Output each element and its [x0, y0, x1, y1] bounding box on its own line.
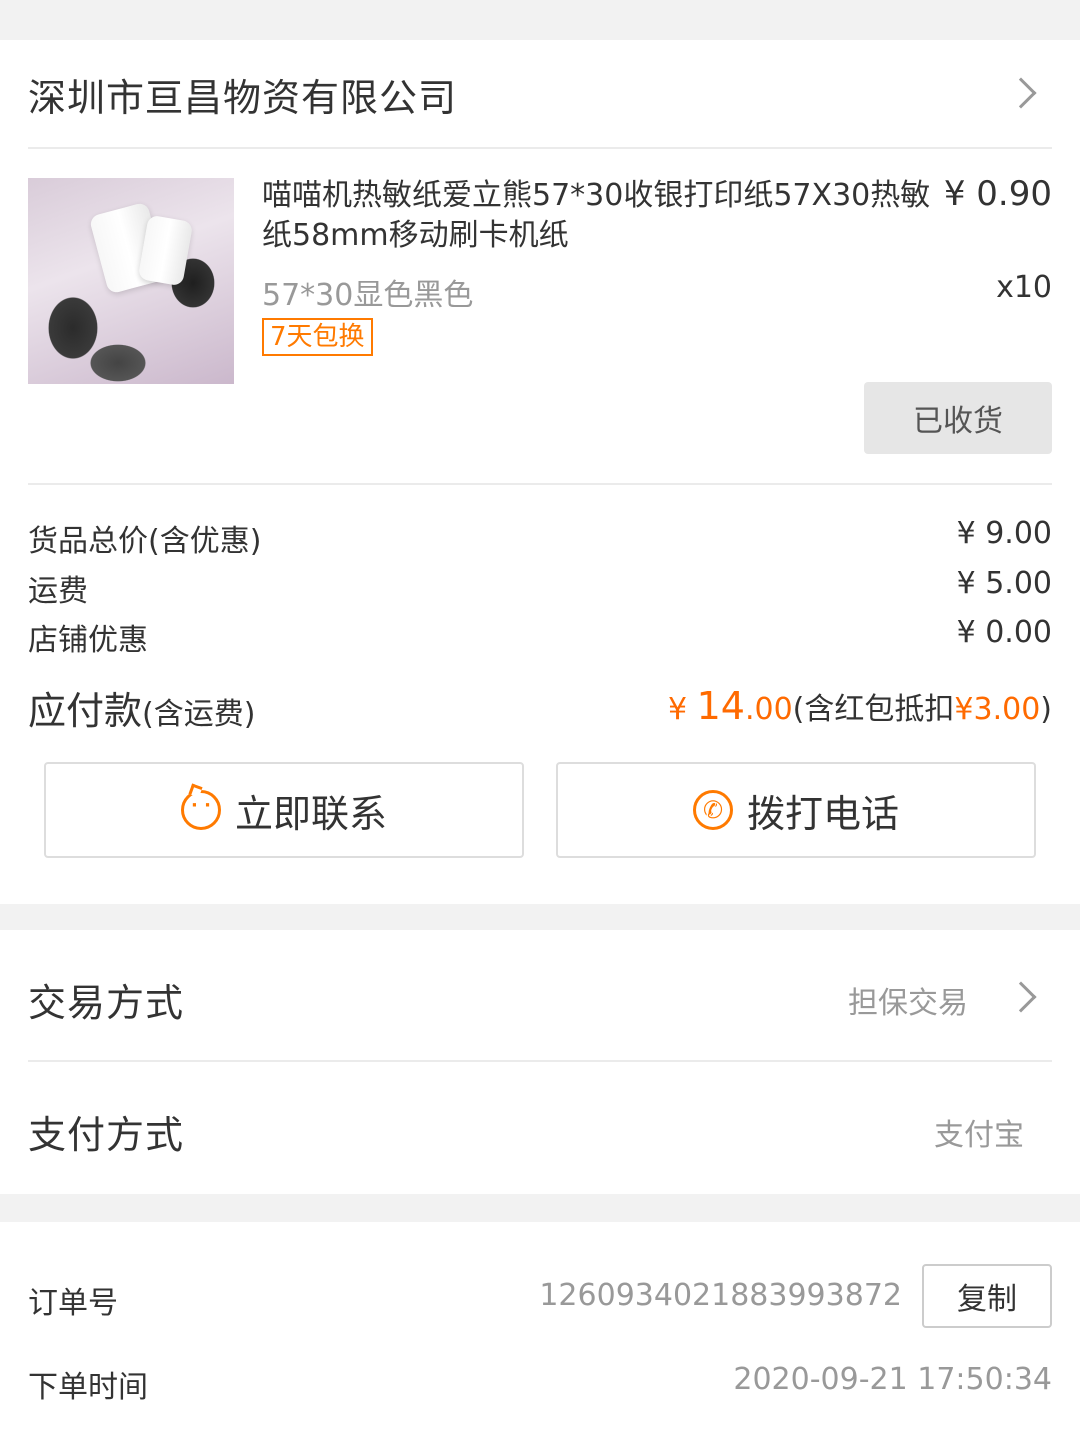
chat-icon	[180, 790, 221, 830]
shop-discount-value: ¥ 0.00	[956, 615, 1052, 650]
payable-label-main: 应付款	[28, 689, 143, 733]
divider	[28, 147, 1052, 149]
payable-amount-int: 14	[696, 684, 745, 728]
contact-now-label: 立即联系	[234, 791, 387, 836]
chevron-right-icon	[1005, 77, 1037, 109]
trade-method-label: 交易方式	[28, 981, 185, 1025]
shipping-label: 运费	[28, 574, 88, 609]
shipping-value: ¥ 5.00	[956, 566, 1052, 601]
order-number-value: 1260934021883993872	[539, 1278, 902, 1313]
order-number-label: 订单号	[28, 1286, 118, 1321]
return-policy-tag: 7天包换	[262, 318, 373, 356]
payable-amount-dec: .00	[744, 692, 793, 727]
divider	[28, 483, 1052, 485]
product-image[interactable]	[28, 178, 234, 384]
chevron-right-icon	[1005, 981, 1037, 1013]
product-spec: 57*30显色黑色	[262, 278, 474, 313]
redpacket-note-prefix: (含红包抵扣	[792, 692, 955, 727]
goods-total-value: ¥ 9.00	[956, 516, 1052, 551]
trade-method-value: 担保交易	[848, 986, 968, 1021]
order-time-value: 2020-09-21 17:50:34	[733, 1362, 1052, 1397]
redpacket-amount: ¥3.00	[954, 692, 1041, 727]
call-phone-button[interactable]: 拨打电话	[556, 762, 1036, 858]
order-info-card	[0, 1222, 1080, 1439]
product-price: ¥ 0.90	[943, 174, 1052, 214]
shop-name: 深圳市亘昌物资有限公司	[28, 75, 458, 120]
shop-discount-label: 店铺优惠	[28, 623, 148, 658]
payment-method-value: 支付宝	[934, 1118, 1024, 1153]
product-title[interactable]: 喵喵机热敏纸爱立熊57*30收银打印纸57X30热敏纸58mm移动刷卡机纸	[262, 176, 942, 256]
section-gap	[0, 1194, 1080, 1222]
payable-label: 应付款(含运费)	[28, 680, 255, 735]
payment-method-label: 支付方式	[28, 1113, 185, 1157]
paper-roll-shape	[137, 214, 194, 287]
shop-header[interactable]: 深圳市亘昌物资有限公司	[0, 40, 1080, 148]
product-quantity: x10	[996, 270, 1052, 305]
payable-currency: ¥	[667, 692, 697, 727]
call-phone-label: 拨打电话	[746, 791, 899, 836]
received-status-button[interactable]: 已收货	[864, 382, 1052, 454]
trade-method-row[interactable]: 交易方式 担保交易	[0, 930, 1080, 1060]
copy-button[interactable]: 复制	[922, 1264, 1052, 1328]
order-time-label: 下单时间	[28, 1370, 148, 1405]
contact-now-button[interactable]: 立即联系	[44, 762, 524, 858]
payable-label-sub: (含运费)	[142, 697, 256, 732]
redpacket-note-suffix: )	[1040, 692, 1052, 727]
payable-value: ¥ 14.00(含红包抵扣¥3.00)	[668, 684, 1052, 728]
payment-method-row: 支付方式 支付宝	[0, 1062, 1080, 1194]
goods-total-label: 货品总价(含优惠)	[28, 524, 262, 559]
top-gap	[0, 0, 1080, 40]
section-gap	[0, 904, 1080, 930]
phone-icon	[692, 790, 733, 830]
